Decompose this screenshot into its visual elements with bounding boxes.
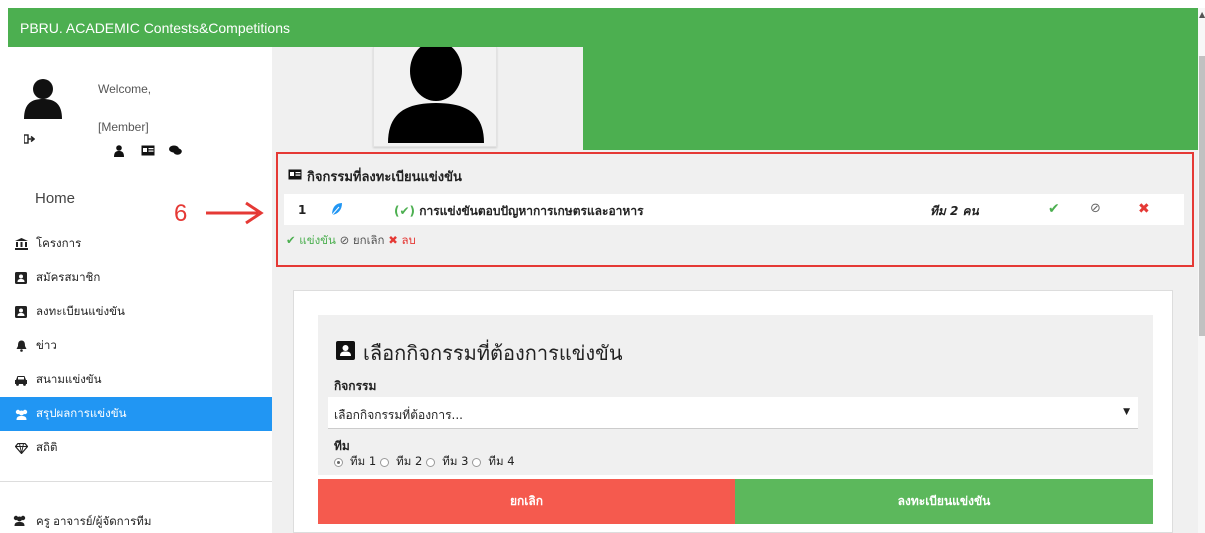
team-3-label: ทีม 3 (442, 454, 469, 468)
home-link[interactable]: Home (35, 190, 75, 207)
diamond-icon (12, 442, 30, 454)
row-number: 1 (298, 203, 307, 217)
sidebar-item-statistics[interactable]: สถิติ (0, 431, 272, 465)
ban-icon: ⊘ (339, 233, 350, 247)
annotation-arrow-icon (204, 200, 266, 229)
competition-label: การแข่งขันตอบปัญหาการเกษตรและอาหาร (419, 204, 644, 218)
activity-select[interactable]: เลือกกิจกรรมที่ต้องการ... ▼ (328, 397, 1138, 429)
users-icon (12, 515, 30, 529)
sidebar-item-label: สถิติ (36, 442, 58, 454)
sidebar-item-teacher[interactable]: ครู อาจารย์/ผู้จัดการทีม (12, 513, 151, 531)
cancel-button[interactable]: ยกเลิก (318, 479, 735, 524)
user-plus-icon (12, 272, 30, 284)
profile-banner (583, 47, 1198, 150)
team-3-radio[interactable] (426, 457, 436, 467)
sidebar-item-label: สรุปผลการแข่งขัน (36, 408, 127, 420)
team-4-label: ทีม 4 (488, 454, 515, 468)
activity-label: กิจกรรม (334, 379, 377, 393)
bell-icon (12, 340, 30, 352)
address-book-icon (336, 340, 355, 366)
registered-title-text: กิจกรรมที่ลงทะเบียนแข่งขัน (307, 170, 462, 185)
compete-check-icon[interactable]: ✔ (1048, 201, 1060, 217)
sidebar-item-register-competition[interactable]: ลงทะเบียนแข่งขัน (0, 295, 272, 329)
sign-out-icon[interactable] (23, 134, 36, 147)
user-avatar-icon (22, 77, 64, 122)
legend-cancel: ยกเลิก (352, 233, 385, 247)
competition-name: (✔) การแข่งขันตอบปัญหาการเกษตรและอาหาร (394, 202, 644, 221)
team-size: ทีม 2 คน (930, 204, 979, 218)
id-card-icon[interactable] (141, 145, 155, 159)
check-icon: ✔ (286, 233, 296, 247)
profile-photo (373, 47, 497, 147)
delete-x-icon[interactable]: ✖ (1138, 201, 1150, 217)
leaf-icon (331, 202, 343, 219)
car-icon (12, 375, 30, 386)
table-row: 1 (✔) การแข่งขันตอบปัญหาการเกษตรและอาหาร… (284, 194, 1184, 225)
legend-compete: แข่งขัน (299, 233, 336, 247)
registered-check: (✔) (394, 204, 416, 218)
sidebar-item-label: ลงทะเบียนแข่งขัน (36, 306, 125, 318)
x-icon: ✖ (388, 233, 398, 247)
sidebar-item-label: โครงการ (36, 238, 82, 250)
profile-toolbar (112, 145, 212, 159)
team-1-radio[interactable] (334, 457, 343, 467)
scroll-up-icon[interactable]: ▲ (1199, 10, 1205, 19)
sidebar: Welcome, [Member] Home โครงการ สมัครสมาช… (0, 47, 272, 533)
team-1-label: ทีม 1 (350, 454, 377, 468)
cancel-ban-icon[interactable]: ⊘ (1090, 201, 1101, 216)
team-2-label: ทีม 2 (396, 454, 423, 468)
team-4-radio[interactable] (472, 457, 482, 467)
sidebar-divider (0, 481, 272, 482)
id-card-icon (288, 169, 302, 184)
dropdown-caret-icon: ▼ (1123, 407, 1130, 417)
bank-icon (12, 238, 30, 250)
sidebar-item-label: ข่าว (36, 340, 57, 352)
select-activity-form: เลือกกิจกรรมที่ต้องการแข่งขัน กิจกรรม เล… (318, 315, 1153, 475)
sidebar-nav: โครงการ สมัครสมาชิก ลงทะเบียนแข่งขัน ข่า… (0, 227, 272, 465)
sidebar-item-venue[interactable]: สนามแข่งขัน (0, 363, 272, 397)
user-icon[interactable] (114, 145, 124, 160)
sidebar-item-label: สมัครสมาชิก (36, 272, 101, 284)
registered-activities-panel: กิจกรรมที่ลงทะเบียนแข่งขัน 1 (✔) การแข่ง… (276, 152, 1194, 267)
activity-select-value: เลือกกิจกรรมที่ต้องการ... (334, 408, 463, 422)
registered-title: กิจกรรมที่ลงทะเบียนแข่งขัน (288, 166, 462, 187)
form-title: เลือกกิจกรรมที่ต้องการแข่งขัน (336, 337, 623, 369)
sidebar-item-label: สนามแข่งขัน (36, 374, 102, 386)
sidebar-item-news[interactable]: ข่าว (0, 329, 272, 363)
sidebar-item-projects[interactable]: โครงการ (0, 227, 272, 261)
action-legend: ✔ แข่งขัน ⊘ ยกเลิก ✖ ลบ (286, 232, 416, 250)
legend-delete: ลบ (401, 233, 416, 247)
annotation-number: 6 (174, 200, 188, 227)
top-header-bar: PBRU. ACADEMIC Contests&Competitions (8, 8, 1198, 47)
register-button[interactable]: ลงทะเบียนแข่งขัน (735, 479, 1153, 524)
team-2-radio[interactable] (380, 457, 390, 467)
sidebar-item-label: ครู อาจารย์/ผู้จัดการทีม (36, 516, 152, 528)
sidebar-item-register-member[interactable]: สมัครสมาชิก (0, 261, 272, 295)
comments-icon[interactable] (169, 145, 182, 159)
site-title[interactable]: PBRU. ACADEMIC Contests&Competitions (20, 20, 290, 36)
select-activity-card: เลือกกิจกรรมที่ต้องการแข่งขัน กิจกรรม เล… (293, 290, 1173, 533)
member-role: [Member] (98, 120, 149, 134)
welcome-text: Welcome, (98, 82, 152, 96)
users-icon (12, 409, 30, 420)
team-radio-group: ทีม 1 ทีม 2 ทีม 3 ทีม 4 (334, 453, 515, 471)
scrollbar-thumb[interactable] (1199, 56, 1205, 336)
form-title-text: เลือกกิจกรรมที่ต้องการแข่งขัน (363, 343, 623, 365)
sidebar-item-results[interactable]: สรุปผลการแข่งขัน (0, 397, 272, 431)
user-square-icon (12, 306, 30, 318)
